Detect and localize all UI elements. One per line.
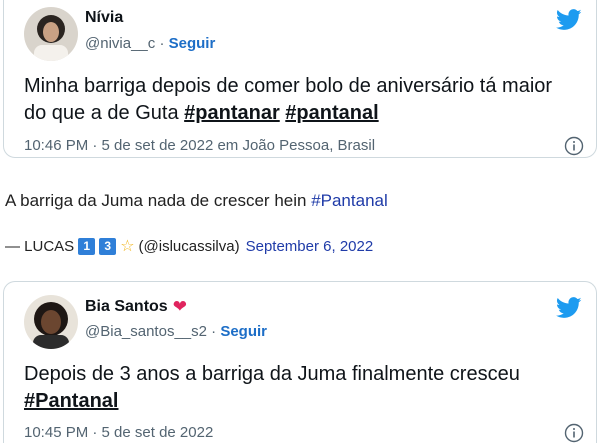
tweet-text: Minha barriga depois de comer bolo de an… — [24, 73, 579, 127]
author-name[interactable]: Bia Santos ❤ — [85, 297, 187, 317]
hashtag-link[interactable]: #Pantanal — [24, 390, 118, 412]
follow-button[interactable]: Seguir — [220, 323, 267, 340]
keycap-badge: 1 — [78, 237, 96, 255]
info-icon[interactable] — [564, 423, 584, 443]
tweet-card: Bia Santos ❤ @Bia_santos__s2 · Seguir De… — [3, 281, 597, 443]
tweet-meta[interactable]: 10:45 PM · 5 de set de 2022 — [24, 424, 213, 441]
author-handle[interactable]: @Bia_santos__s2 — [85, 323, 207, 340]
follow-button[interactable]: Seguir — [169, 35, 216, 52]
blockquote-main-text: A barriga da Juma nada de crescer hein — [5, 191, 312, 210]
tweet-meta[interactable]: 10:46 PM · 5 de set de 2022 em João Pess… — [24, 137, 375, 154]
avatar[interactable] — [24, 7, 78, 61]
keycap-badge: 3 — [99, 237, 117, 255]
blockquote-text: A barriga da Juma nada de crescer hein #… — [5, 191, 388, 211]
tweet-card: Nívia @nivia__c · Seguir Minha barriga d… — [3, 0, 597, 158]
author-handle-row: @nivia__c · Seguir — [85, 35, 215, 52]
hashtag-link[interactable]: #Pantanal — [311, 191, 388, 210]
author-handle-row: @Bia_santos__s2 · Seguir — [85, 323, 267, 340]
tweet-text-main: Depois de 3 anos a barriga da Juma final… — [24, 363, 520, 385]
info-icon[interactable] — [564, 136, 584, 156]
avatar[interactable] — [24, 295, 78, 349]
separator: · — [159, 35, 165, 52]
author-name[interactable]: Nívia — [85, 9, 123, 27]
author-name-text: Bia Santos — [85, 298, 168, 315]
twitter-bird-icon[interactable] — [556, 9, 582, 31]
hashtag-link[interactable]: #pantanal — [285, 102, 378, 124]
twitter-bird-icon[interactable] — [556, 297, 582, 319]
hashtag-link[interactable]: #pantanar — [184, 102, 280, 124]
date-link[interactable]: September 6, 2022 — [246, 238, 374, 255]
author-handle: (@islucassilva) — [138, 237, 240, 255]
tweet-text: Depois de 3 anos a barriga da Juma final… — [24, 361, 579, 415]
author-prefix: — LUCAS — [5, 237, 75, 255]
heart-icon: ❤ — [172, 297, 187, 316]
blockquote-attribution: — LUCAS 1 3 ☆ (@islucassilva) September … — [5, 236, 373, 256]
star-icon: ☆ — [120, 238, 135, 255]
author-handle[interactable]: @nivia__c — [85, 35, 155, 52]
separator: · — [211, 323, 217, 340]
